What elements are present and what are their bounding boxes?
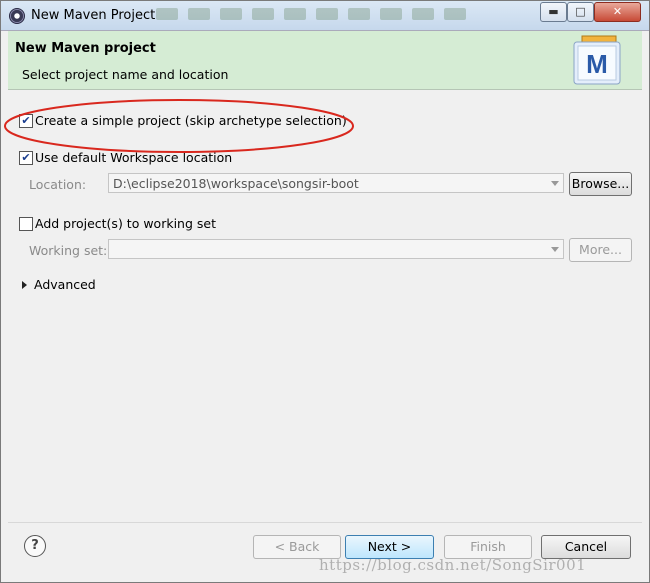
- window-title: New Maven Project: [31, 8, 156, 23]
- maven-icon: M: [573, 35, 621, 85]
- watermark-text: https://blog.csdn.net/SongSir001: [319, 556, 587, 574]
- dialog-window: New Maven Project ▬ □ ✕ New Maven projec…: [0, 0, 650, 583]
- title-bar[interactable]: New Maven Project ▬ □ ✕: [1, 1, 649, 31]
- maximize-button[interactable]: □: [567, 2, 594, 22]
- working-set-toggle-label[interactable]: Add project(s) to working set: [35, 216, 216, 231]
- footer-separator: [8, 522, 642, 523]
- advanced-section-toggle[interactable]: Advanced: [34, 277, 96, 292]
- working-set-combo[interactable]: [108, 239, 564, 259]
- dropdown-arrow-icon: [551, 181, 559, 186]
- eclipse-icon: [9, 8, 25, 24]
- help-icon[interactable]: ?: [24, 535, 46, 557]
- location-value: D:\eclipse2018\workspace\songsir-boot: [113, 176, 359, 191]
- page-title: New Maven project: [15, 41, 156, 56]
- working-set-label: Working set:: [29, 243, 108, 258]
- working-set-checkbox[interactable]: [19, 217, 33, 231]
- wizard-header: New Maven project Select project name an…: [8, 31, 642, 90]
- more-button[interactable]: More...: [569, 238, 632, 262]
- page-description: Select project name and location: [22, 67, 229, 82]
- expand-arrow-icon[interactable]: [22, 281, 27, 289]
- location-label: Location:: [29, 177, 87, 192]
- minimize-button[interactable]: ▬: [540, 2, 567, 22]
- location-combo[interactable]: D:\eclipse2018\workspace\songsir-boot: [108, 173, 564, 193]
- close-button[interactable]: ✕: [594, 2, 641, 22]
- browse-button[interactable]: Browse...: [569, 172, 632, 196]
- annotation-ellipse: [4, 99, 354, 153]
- background-toolbar-ghost: [156, 6, 526, 22]
- maven-logo-letter: M: [586, 49, 608, 79]
- dropdown-arrow-icon: [551, 247, 559, 252]
